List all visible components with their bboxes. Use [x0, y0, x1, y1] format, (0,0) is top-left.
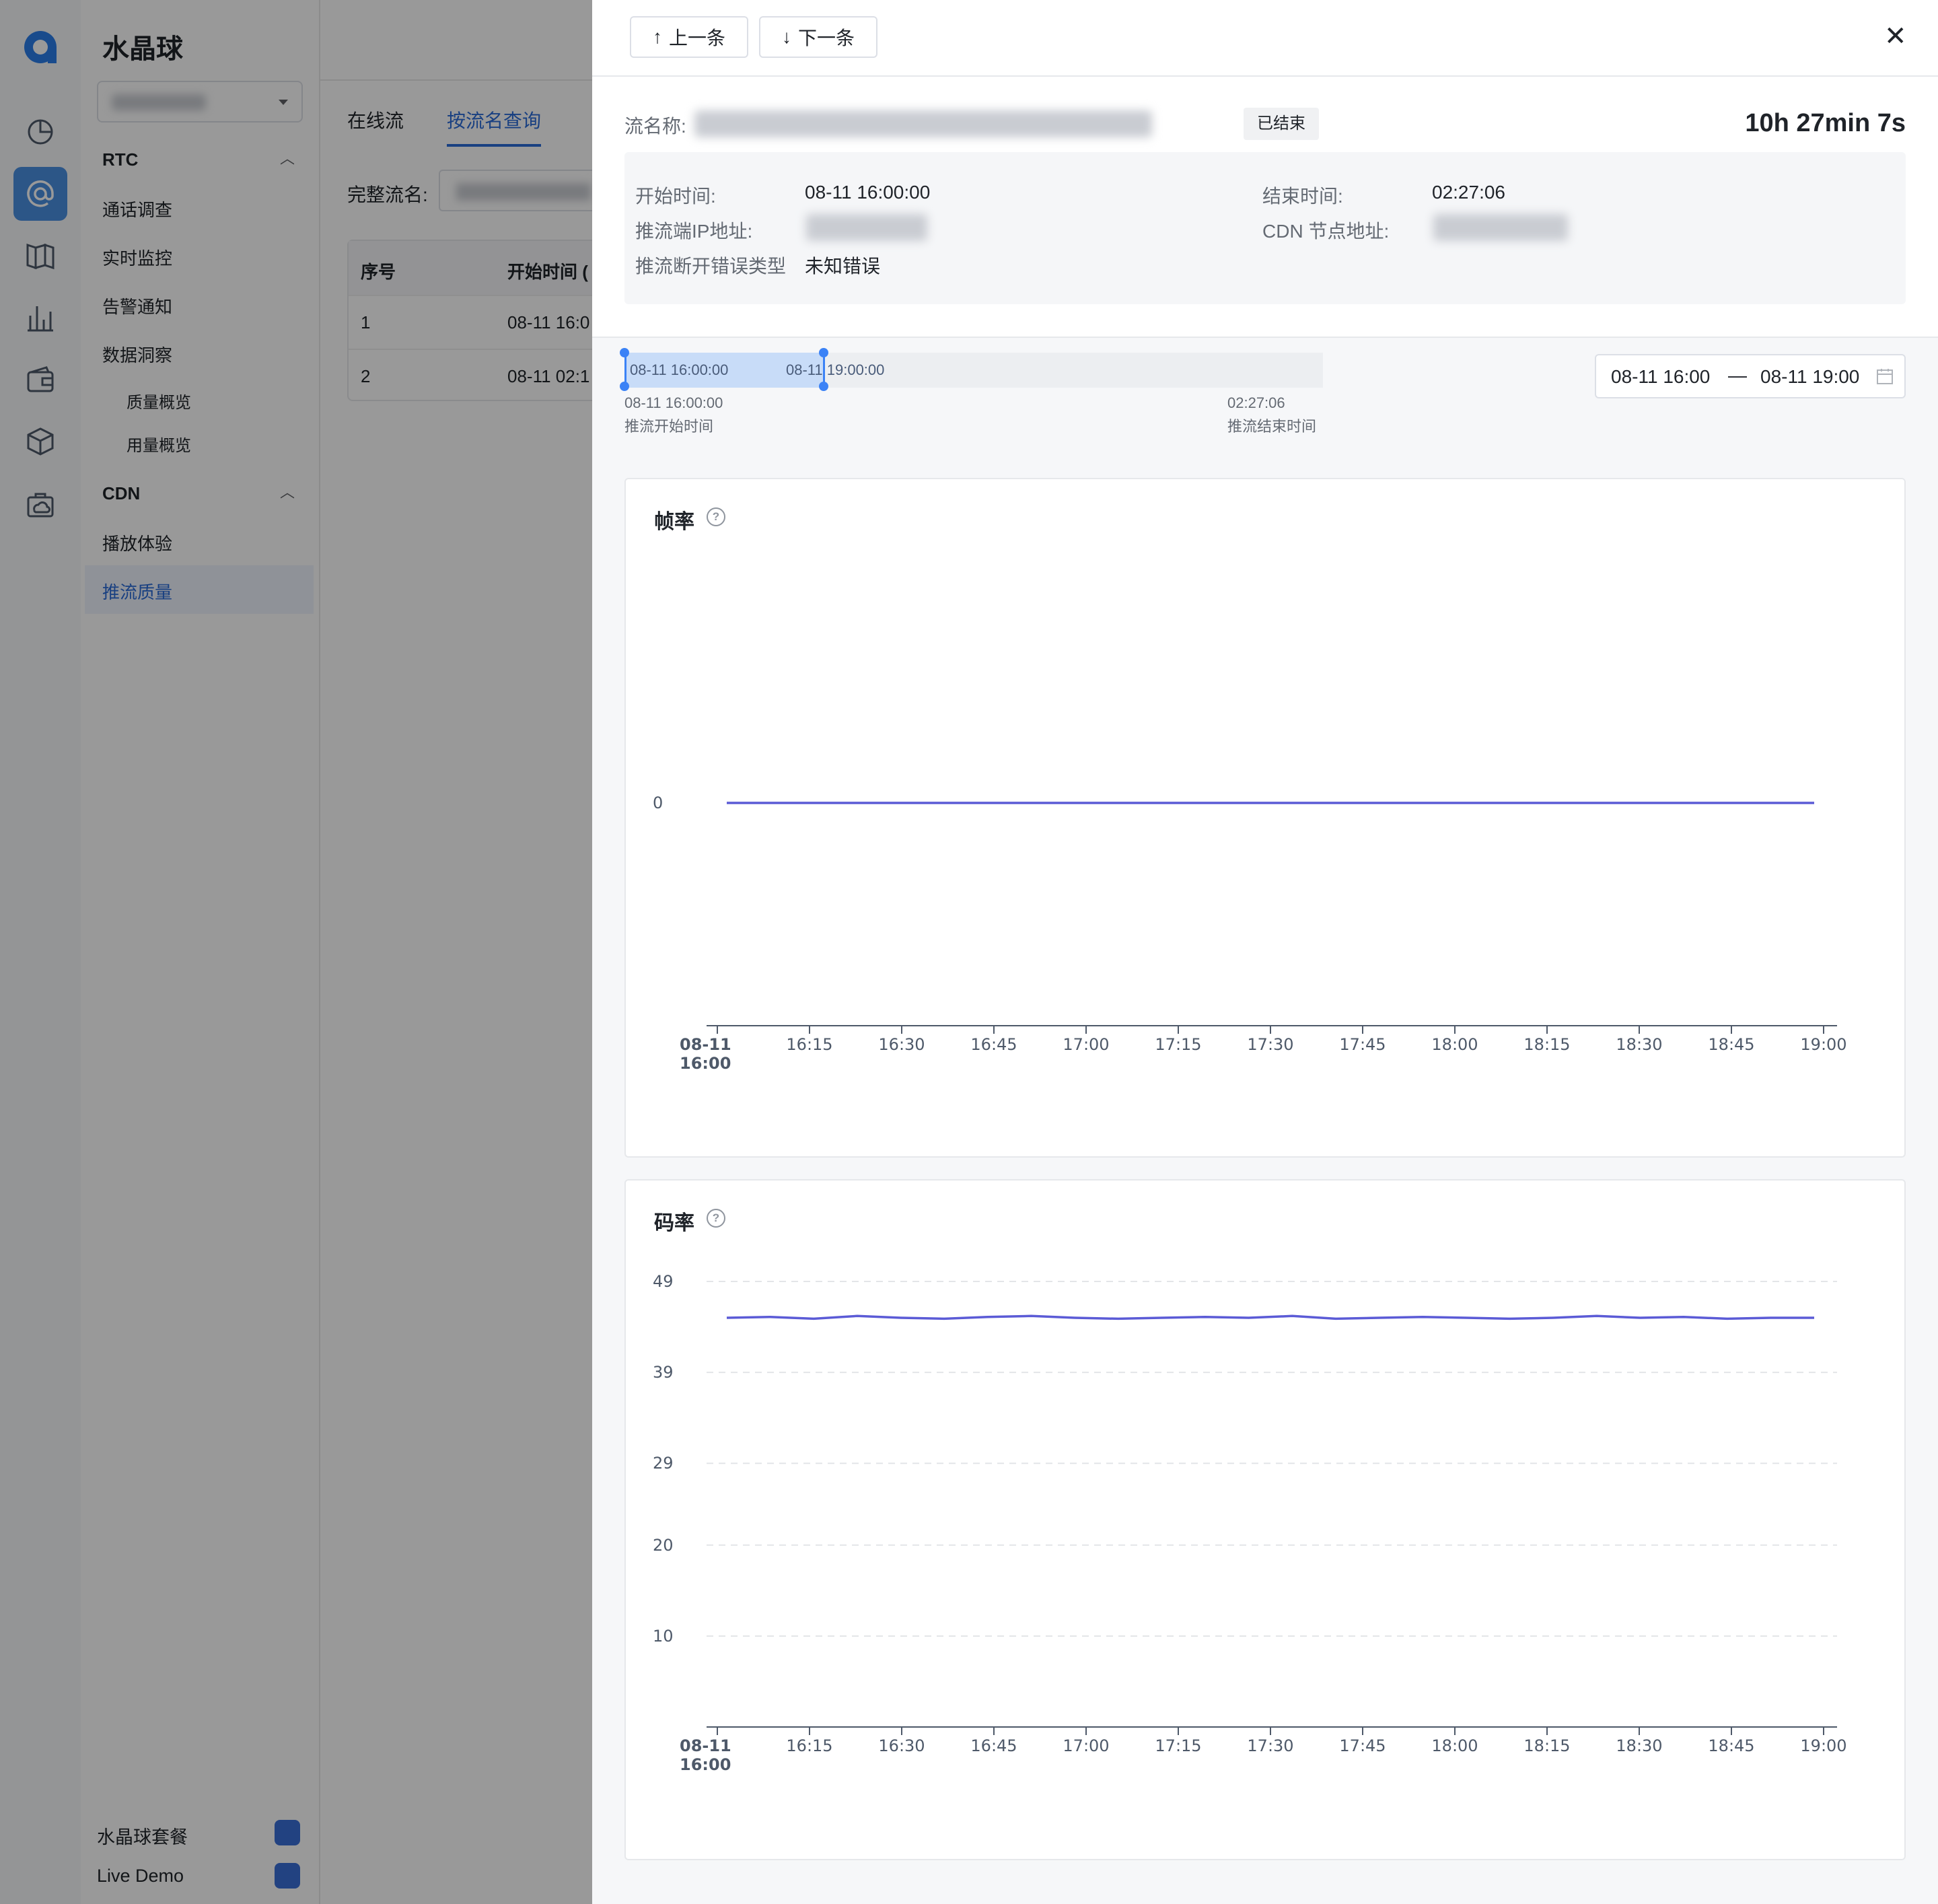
- stream-end-caption: 推流结束时间: [1227, 418, 1317, 435]
- x-tick-label: 18:00: [1431, 1035, 1478, 1054]
- range-handle-end-bottom[interactable]: [819, 382, 828, 391]
- y-tick-label: 29: [653, 1454, 674, 1473]
- x-tick-label: 17:45: [1339, 1035, 1386, 1054]
- x-tick-label: 18:15: [1523, 1736, 1570, 1755]
- start-value: 08-11 16:00:00: [805, 182, 931, 203]
- range-handle-start[interactable]: [620, 348, 629, 357]
- x-tick-label: 16:45: [970, 1035, 1017, 1054]
- x-tick-label: 08-11: [680, 1035, 731, 1054]
- x-tick-label: 18:15: [1523, 1035, 1570, 1054]
- redacted-cdn: [1433, 214, 1568, 241]
- date-to[interactable]: 08-11 19:00: [1760, 366, 1859, 388]
- error-label: 推流断开错误类型: [635, 256, 787, 277]
- stream-summary: 流名称: 已结束 10h 27min 7s 开始时间: 08-11 16:00:…: [592, 77, 1938, 338]
- prev-label: 上一条: [668, 28, 725, 48]
- x-tick-label: 18:30: [1616, 1035, 1662, 1054]
- y-tick-label: 39: [653, 1363, 674, 1382]
- date-from[interactable]: 08-11 16:00: [1611, 366, 1710, 388]
- y-tick-label: 10: [653, 1627, 674, 1646]
- drawer-toolbar: ↑ 上一条 ↓ 下一条 ✕: [592, 0, 1938, 77]
- next-button[interactable]: ↓ 下一条: [759, 16, 877, 58]
- redacted-stream-name: [694, 110, 1152, 137]
- x-tick-label: 19:00: [1800, 1736, 1846, 1755]
- x-tick-label: 18:45: [1708, 1035, 1754, 1054]
- cdn-label: CDN 节点地址:: [1262, 221, 1390, 242]
- date-separator: —: [1728, 365, 1747, 386]
- stream-start-time: 08-11 16:00:00: [624, 394, 723, 411]
- bitrate-card: 码率 ? 10 20 29 39 49 08-11 16:00 16:15 16:30 16:45…: [624, 1179, 1906, 1860]
- error-value: 未知错误: [805, 256, 881, 277]
- series-line: [726, 1314, 1814, 1320]
- stream-start-caption: 推流开始时间: [624, 418, 714, 435]
- x-tick-label: 17:30: [1247, 1035, 1293, 1054]
- range-handle-start-bottom[interactable]: [620, 382, 629, 391]
- status-badge: 已结束: [1244, 108, 1319, 140]
- end-label: 结束时间:: [1262, 186, 1343, 207]
- y-tick-label: 0: [653, 794, 663, 812]
- start-label: 开始时间:: [635, 186, 716, 207]
- arrow-down-icon: ↓: [781, 26, 791, 47]
- frame-rate-chart: 0 08-1116:00 16:15 16:30 16:45 17:00 17:15 17:3…: [653, 794, 1847, 1073]
- x-tick-label: 17:00: [1063, 1035, 1109, 1054]
- x-tick-label: 16:00: [680, 1054, 731, 1073]
- x-tick-label: 18:30: [1616, 1736, 1662, 1755]
- ip-label: 推流端IP地址:: [635, 221, 753, 242]
- x-tick-label: 17:30: [1247, 1736, 1293, 1755]
- x-tick-label: 16:30: [878, 1035, 925, 1054]
- arrow-up-icon: ↑: [652, 26, 662, 47]
- next-label: 下一条: [797, 28, 855, 48]
- x-tick-label: 17:45: [1339, 1736, 1386, 1755]
- x-tick-label: 19:00: [1800, 1035, 1846, 1054]
- calendar-icon: [1877, 369, 1893, 384]
- stream-name-label: 流名称:: [624, 116, 686, 137]
- y-tick-label: 20: [653, 1536, 674, 1555]
- end-value: 02:27:06: [1432, 182, 1505, 203]
- info-panel: 开始时间: 08-11 16:00:00 结束时间: 02:27:06 推流端I…: [624, 152, 1906, 304]
- overlay-mask[interactable]: [0, 0, 592, 1904]
- range-handle-end[interactable]: [819, 348, 828, 357]
- redacted-ip: [806, 214, 927, 241]
- stream-end-time: 02:27:06: [1227, 394, 1285, 411]
- prev-button[interactable]: ↑ 上一条: [630, 16, 748, 58]
- x-tick-label: 18:45: [1708, 1736, 1754, 1755]
- x-tick-label: 16:00: [680, 1755, 731, 1774]
- x-tick-label: 17:15: [1155, 1736, 1201, 1755]
- x-tick-label: 17:00: [1063, 1736, 1109, 1755]
- bitrate-chart: 10 20 29 39 49 08-1116:00 16:15 16:30 16:45 17:00…: [653, 1272, 1847, 1774]
- selection-end-label: 08-11 19:00:00: [786, 361, 885, 378]
- x-tick-label: 16:45: [970, 1736, 1017, 1755]
- x-tick-label: 08-11: [680, 1736, 731, 1755]
- x-tick-label: 16:30: [878, 1736, 925, 1755]
- x-tick-label: 17:15: [1155, 1035, 1201, 1054]
- y-tick-label: 49: [653, 1272, 674, 1291]
- x-tick-label: 16:15: [786, 1736, 832, 1755]
- date-range-picker[interactable]: 08-11 16:00 — 08-11 19:00: [1595, 354, 1906, 398]
- detail-drawer: ↑ 上一条 ↓ 下一条 ✕ 流名称: 已结束 10h 27min 7s 开始时间: …: [592, 0, 1938, 1904]
- x-tick-label: 18:00: [1431, 1736, 1478, 1755]
- x-tick-label: 16:15: [786, 1035, 832, 1054]
- frame-rate-card: 帧率 ? 0 08-11 16:00 16:15 16:30 16:45 17:00 17:1…: [624, 478, 1906, 1158]
- selection-start-label: 08-11 16:00:00: [630, 361, 729, 378]
- duration: 10h 27min 7s: [1745, 109, 1906, 137]
- close-icon[interactable]: ✕: [1884, 23, 1907, 50]
